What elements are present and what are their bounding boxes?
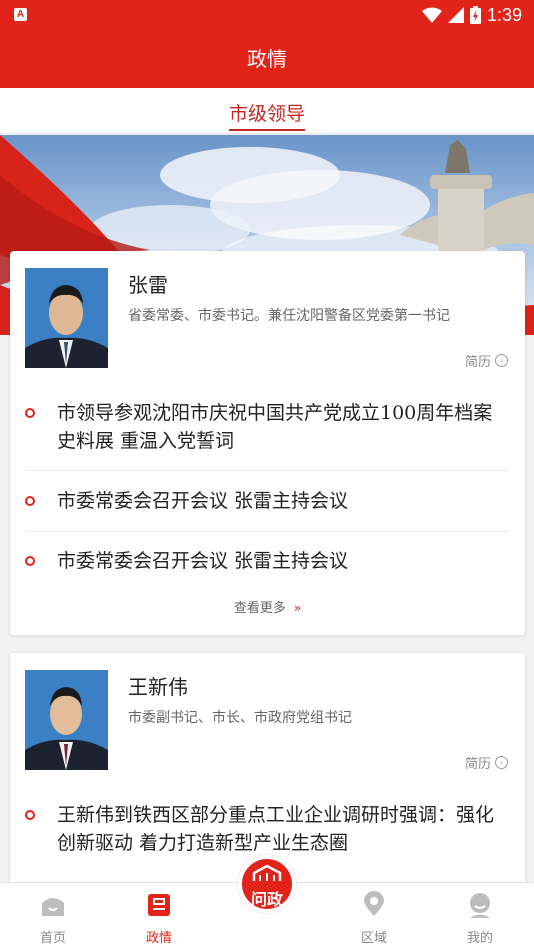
view-more-label: 查看更多 [233, 601, 286, 616]
bullet-icon [25, 556, 35, 566]
news-title: 王新伟到铁西区部分重点工业企业调研时强调：强化创新驱动 着力打造新型产业生态圈 [57, 804, 495, 854]
cellular-signal-icon [447, 7, 464, 23]
bullet-icon [25, 496, 35, 506]
nav-government[interactable]: 政情 [129, 891, 189, 946]
status-bar: A 1:39 [0, 0, 534, 30]
wifi-icon [421, 7, 442, 23]
bullet-icon [25, 408, 35, 418]
clock: 1:39 [486, 5, 522, 25]
divider [25, 470, 509, 471]
nav-region-label: 区域 [360, 931, 387, 946]
leader-portrait [25, 268, 108, 368]
news-title: 市委常委会召开会议 张雷主持会议 [57, 490, 349, 512]
leader-portrait [25, 670, 108, 770]
nav-profile[interactable]: 我的 [450, 891, 510, 946]
government-icon [148, 894, 170, 916]
view-more-button[interactable]: 查看更多 » [10, 597, 525, 616]
leader-card[interactable]: 张雷 省委常委、市委书记。兼任沈阳警备区党委第一书记 简历 › 市领导参观沈阳市… [10, 251, 525, 635]
news-item[interactable]: 市领导参观沈阳市庆祝中国共产党成立100周年档案史料展 重温入党誓词 [25, 399, 509, 471]
news-title: 市领导参观沈阳市庆祝中国共产党成立100周年档案史料展 重温入党誓词 [57, 402, 493, 452]
leader-position: 省委常委、市委书记。兼任沈阳警备区党委第一书记 [128, 308, 450, 324]
nav-profile-label: 我的 [466, 931, 493, 946]
news-item[interactable]: 市委常委会召开会议 张雷主持会议 [25, 547, 509, 577]
nav-home-label: 首页 [39, 931, 66, 946]
bullet-icon [25, 810, 35, 820]
profile-icon [470, 893, 490, 918]
page-title: 政情 [0, 30, 534, 88]
chevron-right-icon: › [495, 354, 508, 367]
home-icon [42, 898, 64, 916]
news-item[interactable]: 市委常委会召开会议 张雷主持会议 [25, 487, 509, 517]
app-notification-icon: A [14, 8, 27, 21]
leader-name: 王新伟 [128, 675, 188, 699]
nav-government-label: 政情 [145, 931, 172, 946]
tab-city-leaders[interactable]: 市级领导 [228, 99, 305, 131]
nav-region[interactable]: 区域 [344, 891, 404, 946]
chevron-right-icon: › [495, 756, 508, 769]
wenzheng-button[interactable]: 问政 [238, 855, 296, 913]
tab-bar: 市级领导 [0, 88, 534, 134]
location-pin-icon [364, 891, 384, 916]
double-chevron-right-icon: » [293, 601, 302, 615]
leader-name: 张雷 [128, 273, 168, 297]
resume-link[interactable]: 简历 › [465, 753, 508, 772]
resume-link[interactable]: 简历 › [465, 351, 508, 370]
nav-home[interactable]: 首页 [23, 891, 83, 946]
status-icons: 1:39 [421, 3, 522, 27]
divider [25, 531, 509, 532]
leader-position: 市委副书记、市长、市政府党组书记 [128, 710, 352, 726]
resume-label: 简历 [464, 757, 491, 772]
resume-label: 简历 [464, 355, 491, 370]
battery-charging-icon [469, 6, 481, 24]
bottom-navigation: 首页 政情 问政 区域 我的 [0, 855, 534, 950]
news-title: 市委常委会召开会议 张雷主持会议 [57, 550, 349, 572]
wenzheng-label: 问政 [250, 890, 283, 909]
